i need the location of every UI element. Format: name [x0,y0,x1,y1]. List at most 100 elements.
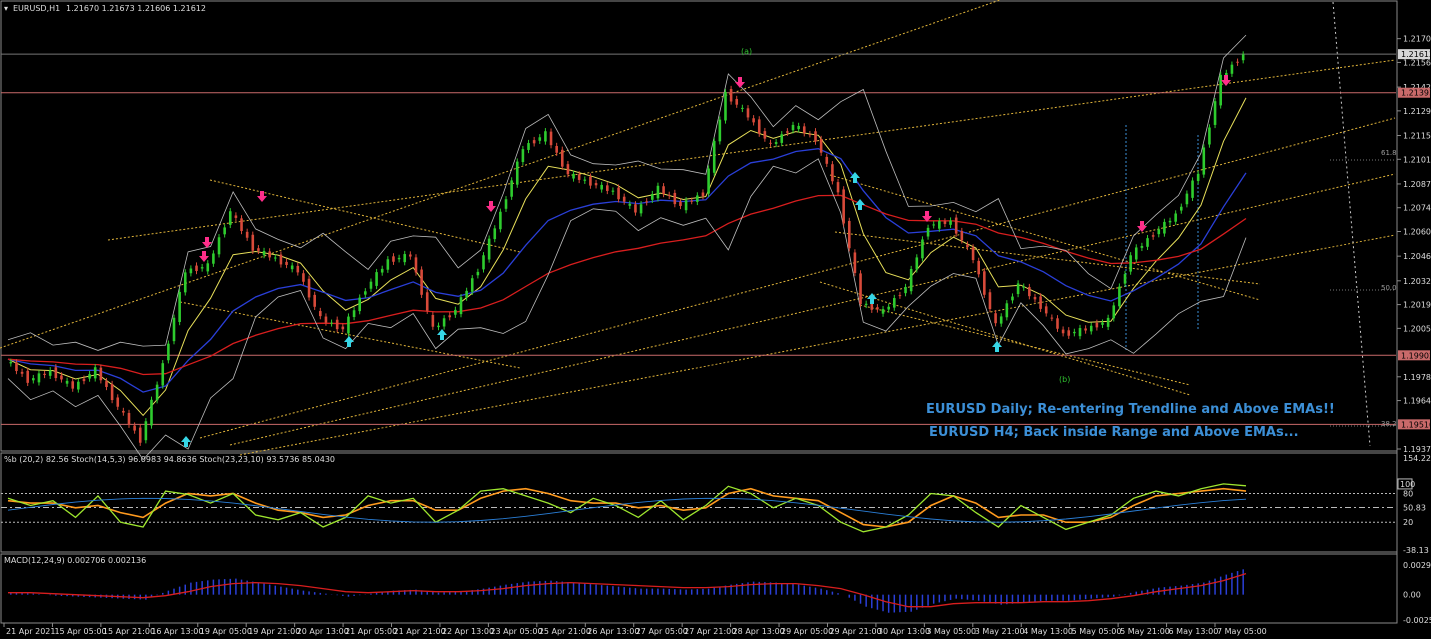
stoch-axis-label: 50.83 [1403,503,1426,512]
candle-body [110,384,114,401]
price-axis-label: 1.20465 [1403,252,1431,261]
candle-body [380,268,384,273]
candle-body [206,263,210,272]
candle-body [1151,235,1155,237]
candle-body [335,319,339,330]
trading-chart[interactable]: 1.217001.215651.214251.212901.211501.210… [0,0,1431,639]
price-axis-label: 1.20325 [1403,277,1431,286]
candle-body [684,200,688,211]
candle-body [397,257,401,260]
time-axis-label: 16 Apr 13:00 [151,627,203,636]
candle-body [960,231,964,241]
candle-body [1106,317,1110,327]
candle-body [560,149,564,167]
candle-body [836,182,840,193]
candle-body [1089,325,1093,332]
candle-body [1174,213,1177,222]
candle-body [257,248,260,251]
candle-body [977,260,981,275]
candle-body [60,375,63,380]
trend-line [829,174,1261,301]
candle-body [847,220,851,249]
candle-body [814,131,817,142]
price-axis-label: 1.21700 [1403,35,1431,44]
time-axis-label: 6 May 13:00 [1169,627,1219,636]
candle-body [769,142,772,144]
candle-body [358,297,362,312]
sell-arrow-icon [735,77,745,88]
candle-body [943,221,947,224]
candle-body [1163,221,1166,234]
sell-arrow-icon [486,201,496,212]
candle-body [1208,127,1211,145]
horizontal-levels-layer [1,53,1396,425]
macd-axis-label: 0.00 [1403,591,1421,600]
trend-line [179,301,521,369]
candle-body [459,297,463,315]
price-axis-label: 1.21015 [1403,155,1431,164]
candle-body [662,186,665,195]
candle-body [324,316,328,323]
stoch-value-label: 100 [1400,480,1415,489]
candle-body [667,194,671,196]
macd-header: MACD(12,24,9) 0.002706 0.002136 [4,556,146,565]
candle-body [544,131,547,142]
candle-body [99,367,103,381]
candle-body [938,221,941,229]
price-tag-label: 1.21612 [1401,50,1431,59]
candle-body [43,373,46,375]
macd-signal-line [8,572,1247,608]
price-axis-label: 1.19645 [1403,397,1431,406]
stoch-header: %b (20,2) 82.56 Stoch(14,5,3) 96.0983 94… [4,455,335,464]
moving-averages-layer [7,34,1247,461]
time-axis-label: 27 Apr 05:00 [636,627,688,636]
price-axis-label: 1.19370 [1403,445,1431,454]
ema-slow-line [7,194,1247,376]
candle-body [763,131,767,139]
macd-layer: 0.002955 0.00 -0.002524 [8,561,1431,625]
candle-body [26,370,29,383]
candle-body [482,255,485,270]
candle-body [1179,206,1183,211]
candle-body [1067,330,1071,336]
candle-body [707,168,710,194]
candle-body [786,131,789,133]
candle-body [1073,331,1076,334]
time-axis-label: 21 Apr 21:00 [394,627,446,636]
symbol-dropdown-icon[interactable]: ▾ [4,4,8,13]
trend-line [199,117,1396,439]
candle-body [774,142,778,144]
candle-body [313,294,316,307]
candle-body [656,185,660,199]
candle-body [679,201,682,206]
candle-body [448,315,452,318]
candle-body [375,272,378,286]
candle-body [133,425,136,431]
candle-body [577,174,581,180]
candle-body [161,363,165,386]
candle-body [369,281,373,289]
candle-body [1196,173,1200,181]
candle-body [1039,296,1042,309]
time-axis-label: 7 May 05:00 [1217,627,1267,636]
candle-body [172,317,176,342]
price-axis-label: 1.20190 [1403,301,1431,310]
candle-body [1118,286,1121,307]
candle-body [915,257,919,270]
candle-body [532,140,536,144]
time-axis-label: 21 Apr 2021 [6,627,55,636]
candle-body [628,203,632,206]
candle-body [15,362,18,372]
candle-body [1202,147,1206,175]
candle-body [1241,54,1245,61]
candle-body [1123,274,1127,284]
candle-body [290,265,294,270]
candle-body [1028,287,1031,297]
time-axis-label: 15 Apr 05:00 [54,627,106,636]
candle-body [1056,318,1059,329]
candle-body [364,291,367,295]
candle-body [296,265,300,273]
candle-body [994,313,997,324]
candle-body [651,194,654,200]
candle-body [600,184,603,190]
